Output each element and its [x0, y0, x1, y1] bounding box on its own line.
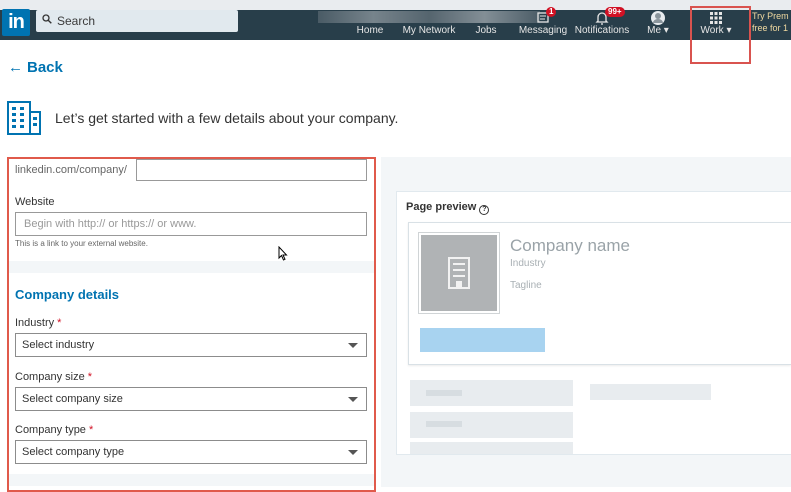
building-icon [448, 257, 470, 289]
messaging-badge: 1 [546, 7, 557, 17]
skeleton-line [426, 390, 462, 396]
notifications-badge: 99+ [605, 7, 625, 17]
nav-my-network[interactable]: My Network [398, 10, 460, 40]
preview-company-name: Company name [510, 236, 631, 255]
company-building-icon [7, 101, 41, 135]
company-logo-placeholder [419, 233, 499, 313]
nav-notifications[interactable]: 99+ Notifications [574, 7, 630, 40]
search-placeholder: Search [57, 14, 96, 28]
premium-line-2: free for 1 [752, 23, 789, 33]
page-preview-label: Page preview [406, 201, 477, 213]
linkedin-logo[interactable]: in [2, 9, 30, 36]
preview-tagline: Tagline [510, 280, 542, 291]
nav-messaging[interactable]: 1 Messaging [518, 7, 568, 40]
skeleton-block [590, 384, 711, 400]
work-highlight-box [690, 6, 751, 64]
nav-my-network-label: My Network [402, 25, 456, 36]
search-icon [42, 14, 52, 24]
nav-me[interactable]: Me ▾ [642, 10, 674, 40]
search-box[interactable]: Search [36, 10, 238, 32]
nav-notifications-label: Notifications [574, 25, 630, 36]
follow-button-placeholder [420, 328, 545, 352]
nav-jobs-label: Jobs [475, 25, 497, 36]
page-preview-title: Page preview? [406, 201, 490, 215]
back-link[interactable]: ← Back [8, 59, 63, 76]
avatar-icon [651, 11, 665, 25]
skeleton-line [426, 421, 462, 427]
browser-strip [0, 0, 791, 10]
try-premium-link[interactable]: Try Prem free for 1 [752, 10, 791, 34]
form-highlight-box [7, 157, 376, 492]
arrow-left-icon: ← [8, 59, 23, 76]
page-intro-text: Let’s get started with a few details abo… [55, 110, 399, 126]
nav-home-label: Home [356, 25, 384, 36]
skeleton-block [410, 442, 573, 454]
nav-messaging-label: Messaging [518, 25, 568, 36]
back-label: Back [27, 59, 63, 76]
preview-industry: Industry [510, 258, 546, 269]
premium-line-1: Try Prem [752, 11, 789, 21]
nav-jobs[interactable]: Jobs [470, 10, 502, 40]
nav-me-label: Me ▾ [647, 25, 669, 36]
nav-home[interactable]: Home [350, 10, 390, 40]
help-icon[interactable]: ? [479, 205, 490, 215]
